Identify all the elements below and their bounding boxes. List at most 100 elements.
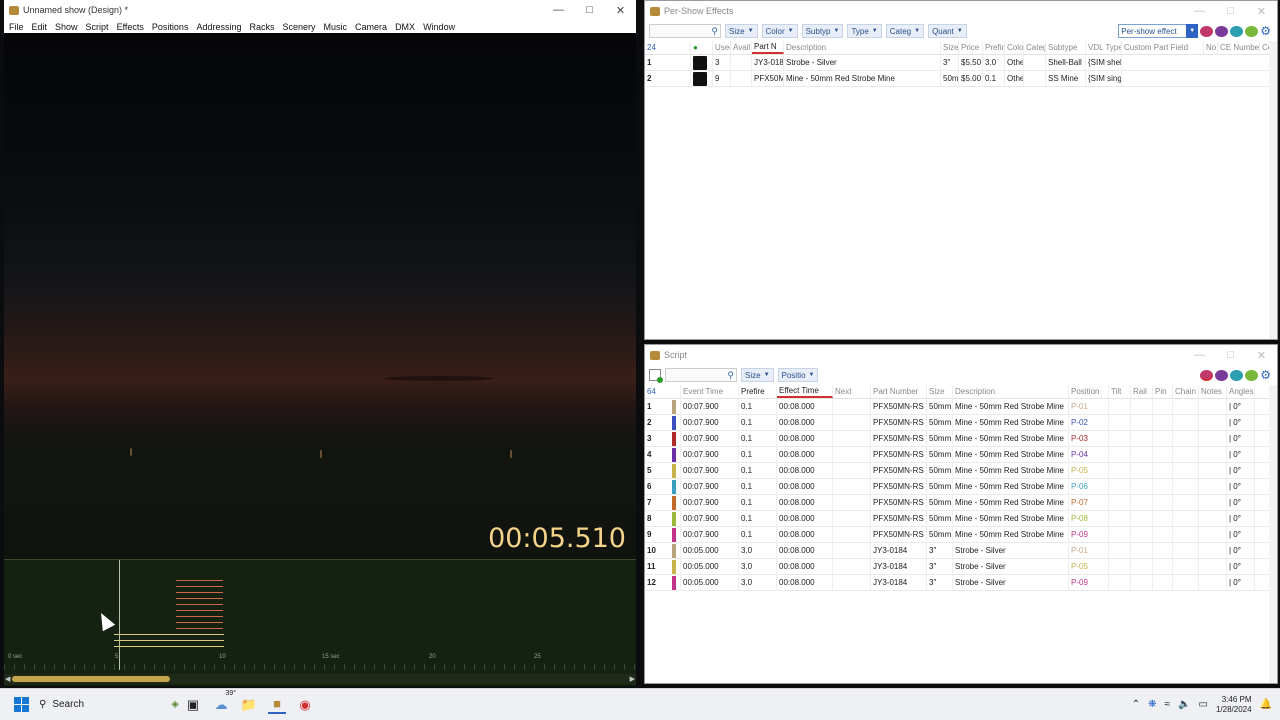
table-row[interactable]: 1 00:07.900 0.1 00:08.000 PFX50MN-RS 50mm Mine… — [645, 399, 1277, 415]
minimize-icon[interactable]: — — [543, 0, 574, 20]
col-header[interactable]: Size — [927, 385, 953, 398]
scroll-right-icon[interactable]: ▶ — [630, 675, 635, 683]
filter-button[interactable]: Color ▼ — [761, 24, 798, 38]
col-header[interactable]: Rail — [1131, 385, 1153, 398]
chevron-up-icon[interactable]: ⌃ — [1132, 699, 1140, 710]
maximize-icon[interactable]: □ — [1215, 1, 1246, 21]
taskbar-search[interactable]: ⚲ Search ◈ — [39, 699, 179, 710]
col-header[interactable]: Part Number — [871, 385, 927, 398]
scroll-thumb[interactable] — [12, 676, 170, 682]
script-titlebar[interactable]: Script — □ ✕ — [645, 345, 1277, 365]
close-icon[interactable]: ✕ — [1246, 345, 1277, 365]
chevron-down-icon[interactable]: ▼ — [1186, 24, 1199, 38]
shell-green-icon[interactable] — [1245, 25, 1259, 37]
shell-purple-icon[interactable] — [1215, 369, 1229, 381]
shell-teal-icon[interactable] — [1230, 25, 1244, 37]
shell-purple-icon[interactable] — [1215, 25, 1229, 37]
minimize-icon[interactable]: — — [1184, 1, 1215, 21]
col-header[interactable]: Description — [784, 41, 941, 54]
table-row[interactable]: 2 00:07.900 0.1 00:08.000 PFX50MN-RS 50mm Mine… — [645, 415, 1277, 431]
shell-teal-icon[interactable] — [1230, 369, 1244, 381]
menu-item-window[interactable]: Window — [420, 22, 460, 32]
filter-button[interactable]: Size ▼ — [741, 368, 774, 382]
table-row[interactable]: 7 00:07.900 0.1 00:08.000 PFX50MN-RS 50mm Mine… — [645, 495, 1277, 511]
scene-viewport[interactable]: 00:05.510 — [4, 33, 636, 559]
menu-item-racks[interactable]: Racks — [246, 22, 279, 32]
shell-red-icon[interactable] — [1200, 369, 1214, 381]
menu-item-edit[interactable]: Edit — [29, 22, 53, 32]
effects-scrollbar[interactable] — [1269, 41, 1277, 339]
timeline-event-bar[interactable] — [176, 598, 223, 599]
settings-tray-icon[interactable]: ❋ — [1148, 699, 1156, 710]
gear-icon[interactable]: ⚙ — [1260, 368, 1271, 382]
table-row[interactable]: 6 00:07.900 0.1 00:08.000 PFX50MN-RS 50mm Mine… — [645, 479, 1277, 495]
chrome-icon[interactable]: ◉ — [296, 696, 314, 714]
table-row[interactable]: 8 00:07.900 0.1 00:08.000 PFX50MN-RS 50mm Mine… — [645, 511, 1277, 527]
col-header[interactable]: Chain F — [1173, 385, 1199, 398]
effects-titlebar[interactable]: Per-Show Effects — □ ✕ — [645, 1, 1277, 21]
filter-button[interactable]: Quant ▼ — [928, 24, 967, 38]
script-search-input[interactable]: ⚲ — [665, 368, 737, 382]
col-header[interactable]: No — [1204, 41, 1218, 54]
timeline-event-bar[interactable] — [114, 640, 224, 641]
timeline-event-bar[interactable] — [176, 628, 223, 629]
main-titlebar[interactable]: Unnamed show (Design) * — □ ✕ — [4, 0, 636, 20]
battery-icon[interactable]: ▭ — [1199, 699, 1208, 710]
col-header[interactable]: CE Number — [1218, 41, 1260, 54]
timeline-event-bar[interactable] — [176, 610, 223, 611]
col-header-sorted[interactable]: Part N — [752, 41, 784, 54]
col-header[interactable]: Subtype — [1046, 41, 1086, 54]
maximize-icon[interactable]: □ — [574, 0, 605, 20]
col-header[interactable]: Price — [959, 41, 983, 54]
col-header[interactable]: Angles — [1227, 385, 1255, 398]
col-header[interactable]: Event Time — [681, 385, 739, 398]
menu-item-positions[interactable]: Positions — [149, 22, 194, 32]
table-row[interactable]: 11 00:05.000 3.0 00:08.000 JY3-0184 3" Strobe … — [645, 559, 1277, 575]
notification-bell-icon[interactable]: 🔔 — [1260, 699, 1272, 710]
shell-red-icon[interactable] — [1200, 25, 1214, 37]
script-scrollbar[interactable] — [1269, 385, 1277, 683]
table-row[interactable]: 9 00:07.900 0.1 00:08.000 PFX50MN-RS 50mm Mine… — [645, 527, 1277, 543]
task-view-icon[interactable]: ▣ — [184, 696, 202, 714]
filter-button[interactable]: Positio ▼ — [777, 368, 819, 382]
table-row[interactable]: 4 00:07.900 0.1 00:08.000 PFX50MN-RS 50mm Mine… — [645, 447, 1277, 463]
menu-item-file[interactable]: File — [6, 22, 29, 32]
col-header[interactable]: Notes — [1199, 385, 1227, 398]
timeline-event-bar[interactable] — [176, 622, 223, 623]
col-header[interactable]: Categ — [1024, 41, 1046, 54]
table-row[interactable]: 5 00:07.900 0.1 00:08.000 PFX50MN-RS 50mm Mine… — [645, 463, 1277, 479]
timeline-event-bar[interactable] — [114, 646, 224, 647]
col-header[interactable]: Colo — [1005, 41, 1024, 54]
col-header[interactable]: Position — [1069, 385, 1109, 398]
menu-item-dmx[interactable]: DMX — [392, 22, 420, 32]
menu-item-show[interactable]: Show — [52, 22, 83, 32]
timeline-event-bar[interactable] — [176, 592, 223, 593]
table-row[interactable]: 1 3 JY3-018 Strobe - Silver 3" $5.50 3.0 Othe Sh… — [645, 55, 1277, 71]
effects-list-select[interactable]: Per-show effect ▼ — [1118, 24, 1199, 38]
filter-button[interactable]: Size ▼ — [725, 24, 758, 38]
col-header[interactable]: Custom Part Field — [1122, 41, 1204, 54]
menu-item-camera[interactable]: Camera — [352, 22, 392, 32]
gear-icon[interactable]: ⚙ — [1260, 24, 1271, 38]
menu-item-script[interactable]: Script — [83, 22, 114, 32]
col-header[interactable]: Next — [833, 385, 871, 398]
table-row[interactable]: 12 00:05.000 3.0 00:08.000 JY3-0184 3" Strobe … — [645, 575, 1277, 591]
timeline-event-bar[interactable] — [176, 580, 223, 581]
menu-item-addressing[interactable]: Addressing — [193, 22, 246, 32]
col-header[interactable]: Tilt — [1109, 385, 1131, 398]
col-header[interactable]: Size — [941, 41, 959, 54]
wifi-icon[interactable]: ≈ — [1165, 699, 1171, 710]
table-row[interactable]: 10 00:05.000 3.0 00:08.000 JY3-0184 3" Strobe … — [645, 543, 1277, 559]
add-icon[interactable]: ● — [691, 41, 713, 54]
table-row[interactable]: 2 9 PFX50M Mine - 50mm Red Strobe Mine 50m $5… — [645, 71, 1277, 87]
table-row[interactable]: 3 00:07.900 0.1 00:08.000 PFX50MN-RS 50mm Mine… — [645, 431, 1277, 447]
timeline-scrollbar[interactable]: ◀ ▶ — [4, 674, 636, 684]
col-header[interactable]: Used — [713, 41, 731, 54]
maximize-icon[interactable]: □ — [1215, 345, 1246, 365]
col-header[interactable]: VDL Type — [1086, 41, 1122, 54]
scroll-left-icon[interactable]: ◀ — [5, 675, 10, 683]
effects-search-input[interactable]: ⚲ — [649, 24, 721, 38]
col-header[interactable]: Prefire — [739, 385, 777, 398]
showsim-app-icon[interactable]: ■ — [268, 696, 286, 714]
file-explorer-icon[interactable]: 📁 — [240, 696, 258, 714]
